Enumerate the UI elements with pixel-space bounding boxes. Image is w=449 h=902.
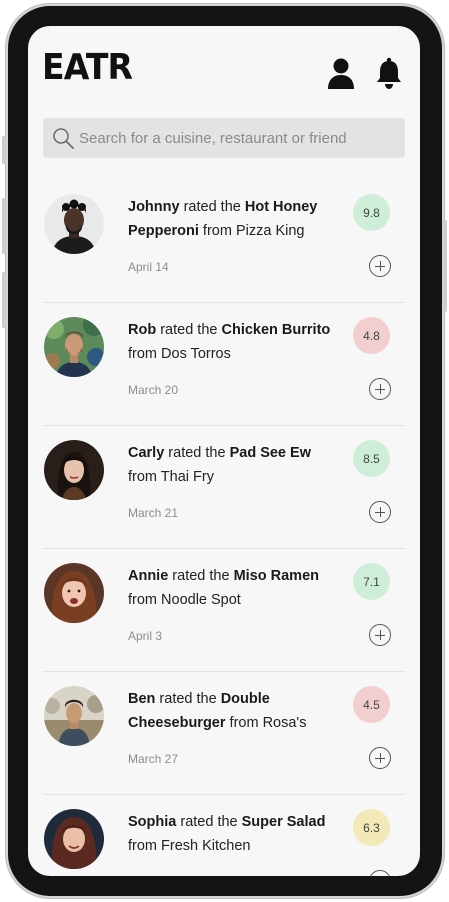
feed-text: Carly rated the Pad See Ew from Thai Fry — [128, 445, 311, 485]
score-badge: 4.5 — [353, 686, 390, 723]
activity-feed: Johnny rated the Hot Honey Pepperoni fro… — [28, 180, 420, 876]
feed-item[interactable]: Ben rated the Double Cheeseburger from R… — [28, 672, 420, 795]
feed-date: March 27 — [128, 752, 179, 766]
feed-date: March 21 — [128, 506, 179, 520]
avatar[interactable] — [44, 563, 104, 623]
user-name[interactable]: Johnny — [128, 199, 180, 215]
score-badge: 4.8 — [353, 317, 390, 354]
add-button[interactable] — [369, 255, 391, 277]
add-button[interactable] — [369, 870, 391, 876]
avatar[interactable] — [44, 317, 104, 377]
app-header: EATR — [28, 26, 420, 106]
add-button[interactable] — [369, 378, 391, 400]
feed-item[interactable]: Carly rated the Pad See Ew from Thai Fry… — [28, 426, 420, 549]
dish-name[interactable]: Chicken Burrito — [221, 322, 330, 338]
app-logo: EATR — [42, 47, 133, 88]
avatar[interactable] — [44, 686, 104, 746]
feed-item[interactable]: Johnny rated the Hot Honey Pepperoni fro… — [28, 180, 420, 303]
dish-name[interactable]: Pad See Ew — [230, 445, 311, 461]
feed-date: March 20 — [128, 383, 179, 397]
feed-text: Annie rated the Miso Ramen from Noodle S… — [128, 568, 319, 608]
user-name[interactable]: Ben — [128, 691, 155, 707]
volume-down-button — [2, 272, 6, 328]
add-button[interactable] — [369, 624, 391, 646]
feed-text: Sophia rated the Super Salad from Fresh … — [128, 814, 326, 854]
score-badge: 9.8 — [353, 194, 390, 231]
search-input[interactable] — [79, 118, 399, 158]
feed-item[interactable]: Annie rated the Miso Ramen from Noodle S… — [28, 549, 420, 672]
avatar[interactable] — [44, 440, 104, 500]
dish-name[interactable]: Super Salad — [242, 814, 326, 830]
feed-text: Ben rated the Double Cheeseburger from R… — [128, 691, 307, 731]
score-badge: 6.3 — [353, 809, 390, 846]
mute-switch — [2, 136, 6, 164]
feed-text: Rob rated the Chicken Burrito from Dos T… — [128, 322, 331, 362]
score-badge: 8.5 — [353, 440, 390, 477]
avatar[interactable] — [44, 809, 104, 869]
avatar[interactable] — [44, 194, 104, 254]
user-name[interactable]: Annie — [128, 568, 168, 584]
add-button[interactable] — [369, 747, 391, 769]
feed-date: April 14 — [128, 260, 169, 274]
user-name[interactable]: Sophia — [128, 814, 176, 830]
bell-icon[interactable] — [374, 56, 404, 90]
user-icon[interactable] — [326, 56, 356, 90]
search-icon — [51, 126, 75, 150]
feed-item[interactable]: Rob rated the Chicken Burrito from Dos T… — [28, 303, 420, 426]
user-name[interactable]: Rob — [128, 322, 156, 338]
power-button — [443, 220, 447, 312]
app-screen: EATR Search for a cuisine, restaurant or… — [28, 26, 420, 876]
feed-text: Johnny rated the Hot Honey Pepperoni fro… — [128, 199, 318, 239]
search-bar[interactable] — [43, 118, 405, 158]
dish-name[interactable]: Miso Ramen — [234, 568, 319, 584]
score-badge: 7.1 — [353, 563, 390, 600]
feed-date: April 3 — [128, 629, 163, 643]
add-button[interactable] — [369, 501, 391, 523]
feed-item[interactable]: Sophia rated the Super Salad from Fresh … — [28, 795, 420, 876]
user-name[interactable]: Carly — [128, 445, 164, 461]
volume-up-button — [2, 198, 6, 254]
